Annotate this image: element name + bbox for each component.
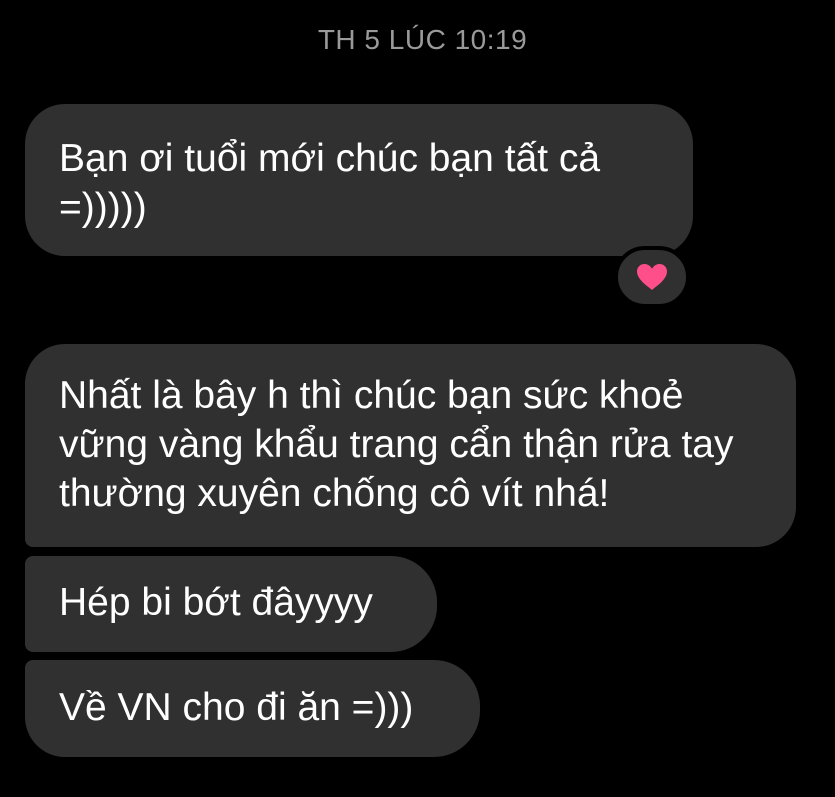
heart-icon (637, 264, 667, 290)
message-timestamp: TH 5 LÚC 10:19 (317, 24, 528, 55)
message-bubble[interactable]: Bạn ơi tuổi mới chúc bạn tất cả =))))) (25, 104, 693, 256)
message-reaction[interactable] (614, 246, 690, 308)
message-text: Bạn ơi tuổi mới chúc bạn tất cả =))))) (59, 137, 601, 229)
message-bubble[interactable]: Về VN cho đi ăn =))) (25, 660, 480, 757)
message-text: Nhất là bây h thì chúc bạn sức khoẻ vững… (59, 374, 734, 515)
message-bubble[interactable]: Nhất là bây h thì chúc bạn sức khoẻ vững… (25, 344, 796, 547)
message-text: Về VN cho đi ăn =))) (59, 686, 414, 729)
message-bubble[interactable]: Hép bi bớt đâyyyy (25, 556, 437, 652)
message-text: Hép bi bớt đâyyyy (59, 581, 373, 624)
